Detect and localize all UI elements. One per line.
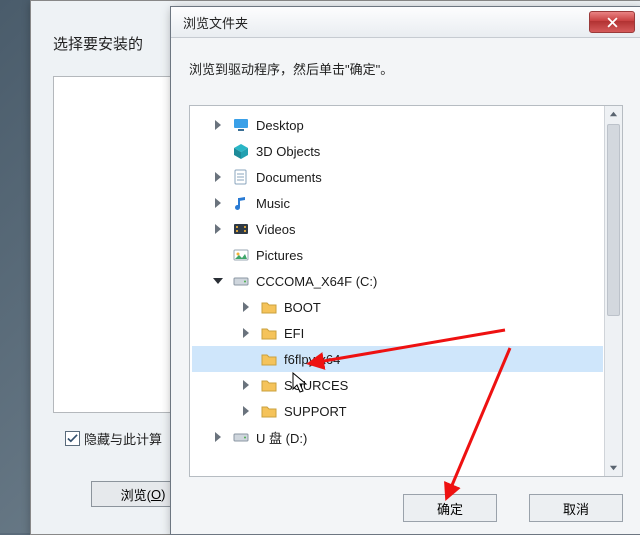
ok-button[interactable]: 确定 bbox=[403, 494, 497, 522]
folder-icon bbox=[260, 350, 278, 368]
scroll-up-arrow-icon[interactable] bbox=[605, 106, 622, 123]
tree-item[interactable]: Pictures bbox=[192, 242, 603, 268]
tree-item-label: Music bbox=[256, 196, 290, 211]
drive-icon bbox=[232, 428, 250, 446]
tree-item[interactable]: Desktop bbox=[192, 112, 603, 138]
pictures-icon bbox=[232, 246, 250, 264]
chevron-right-icon[interactable] bbox=[210, 198, 226, 208]
folder-icon bbox=[260, 324, 278, 342]
tree-item-label: SUPPORT bbox=[284, 404, 347, 419]
tree-item-label: Videos bbox=[256, 222, 296, 237]
installer-heading: 选择要安装的 bbox=[53, 33, 143, 54]
tree-item-label: 3D Objects bbox=[256, 144, 320, 159]
tree-item-label: EFI bbox=[284, 326, 304, 341]
dialog-instruction: 浏览到驱动程序，然后单击"确定"。 bbox=[189, 59, 393, 78]
cancel-button[interactable]: 取消 bbox=[529, 494, 623, 522]
tree-item-label: CCCOMA_X64F (C:) bbox=[256, 274, 377, 289]
folder-icon bbox=[260, 402, 278, 420]
videos-icon bbox=[232, 220, 250, 238]
tree-item-label: SOURCES bbox=[284, 378, 348, 393]
tree-item-label: f6flpy-x64 bbox=[284, 352, 340, 367]
tree-item-label: Desktop bbox=[256, 118, 304, 133]
chevron-right-icon[interactable] bbox=[210, 120, 226, 130]
drive-icon bbox=[232, 272, 250, 290]
chevron-right-icon[interactable] bbox=[238, 406, 254, 416]
chevron-right-icon[interactable] bbox=[238, 380, 254, 390]
hide-incompatible-checkbox[interactable]: 隐藏与此计算 bbox=[65, 429, 162, 448]
chevron-right-icon[interactable] bbox=[210, 172, 226, 182]
chevron-right-icon[interactable] bbox=[210, 432, 226, 442]
tree-item-label: Documents bbox=[256, 170, 322, 185]
chevron-right-icon[interactable] bbox=[238, 328, 254, 338]
dialog-title: 浏览文件夹 bbox=[183, 13, 248, 32]
tree-item[interactable]: 3D Objects bbox=[192, 138, 603, 164]
tree-item[interactable]: EFI bbox=[192, 320, 603, 346]
music-icon bbox=[232, 194, 250, 212]
folder-tree[interactable]: Desktop 3D Objects Documents Music Videos Pic… bbox=[189, 105, 623, 477]
folder-icon bbox=[260, 376, 278, 394]
tree-item[interactable]: SOURCES bbox=[192, 372, 603, 398]
tree-item[interactable]: BOOT bbox=[192, 294, 603, 320]
tree-item[interactable]: Videos bbox=[192, 216, 603, 242]
close-button[interactable] bbox=[589, 11, 635, 33]
hide-incompatible-label: 隐藏与此计算 bbox=[84, 429, 162, 448]
chevron-right-icon[interactable] bbox=[210, 224, 226, 234]
tree-item[interactable]: U 盘 (D:) bbox=[192, 424, 603, 450]
tree-item-label: U 盘 (D:) bbox=[256, 428, 307, 447]
tree-item-label: Pictures bbox=[256, 248, 303, 263]
checkbox-checked-icon bbox=[65, 431, 80, 446]
tree-item-label: BOOT bbox=[284, 300, 321, 315]
dialog-titlebar[interactable]: 浏览文件夹 bbox=[171, 7, 640, 38]
close-icon bbox=[607, 17, 618, 28]
chevron-right-icon[interactable] bbox=[238, 302, 254, 312]
tree-item[interactable]: Documents bbox=[192, 164, 603, 190]
tree-item[interactable]: f6flpy-x64 bbox=[192, 346, 603, 372]
desktop-icon bbox=[232, 116, 250, 134]
browse-folder-dialog: 浏览文件夹 浏览到驱动程序，然后单击"确定"。 Desktop 3D Object… bbox=[170, 6, 640, 535]
scrollbar-thumb[interactable] bbox=[607, 124, 620, 316]
tree-item[interactable]: SUPPORT bbox=[192, 398, 603, 424]
vertical-scrollbar[interactable] bbox=[604, 106, 622, 476]
chevron-down-icon[interactable] bbox=[210, 276, 226, 286]
tree-item[interactable]: CCCOMA_X64F (C:) bbox=[192, 268, 603, 294]
docs-icon bbox=[232, 168, 250, 186]
scroll-down-arrow-icon[interactable] bbox=[605, 459, 622, 476]
3d-icon bbox=[232, 142, 250, 160]
folder-icon bbox=[260, 298, 278, 316]
tree-item[interactable]: Music bbox=[192, 190, 603, 216]
